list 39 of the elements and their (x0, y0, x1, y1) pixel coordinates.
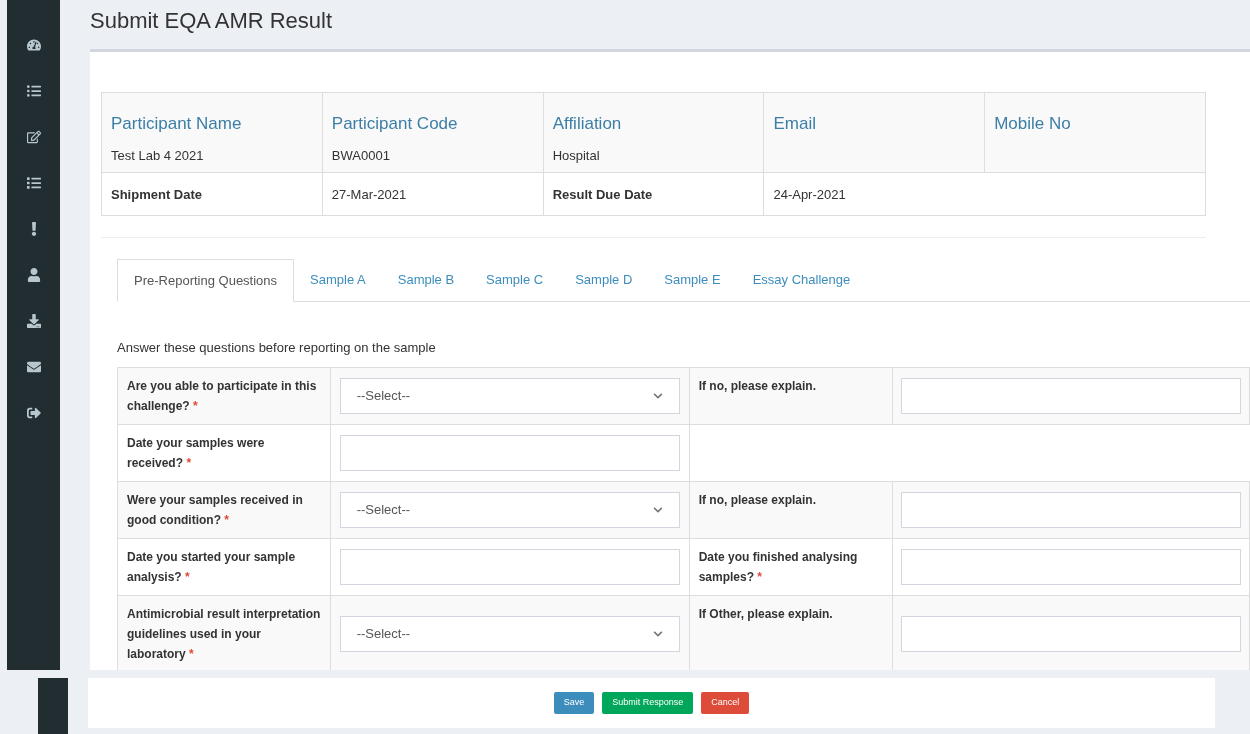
column-heading: Participant Name (111, 113, 243, 135)
tab[interactable]: Sample B (381, 259, 471, 301)
question-label: Date your samples were received? * (127, 434, 266, 472)
tab[interactable]: Sample E (648, 259, 737, 301)
question-label: Date you started your sample analysis? * (127, 548, 297, 586)
date-label: Shipment Date (111, 187, 202, 202)
column-heading: Participant Code (331, 113, 459, 135)
select-field[interactable]: --Select-- (339, 615, 680, 652)
question-label: If no, please explain. (698, 377, 817, 395)
column-heading: Affiliation (552, 113, 623, 135)
date-label: Result Due Date (552, 187, 653, 202)
page-title: Submit EQA AMR Result (90, 7, 334, 35)
tab[interactable]: Sample D (559, 259, 649, 301)
question-label: Date you finished analysing samples? * (698, 548, 859, 586)
select-placeholder: --Select-- (356, 500, 411, 519)
instructions-text: Answer these questions before reporting on the sample (117, 339, 437, 357)
tab[interactable]: Essay Challenge (736, 259, 867, 301)
question-label: If no, please explain. (698, 491, 817, 509)
tab[interactable]: Sample C (470, 259, 560, 301)
tab[interactable]: Sample A (294, 259, 382, 301)
question-label: If Other, please explain. (698, 605, 834, 623)
date-value: 24-Apr-2021 (773, 187, 846, 202)
question-label: Antimicrobial result interpretation guidelines used in your laboratory * (127, 605, 321, 663)
select-placeholder: --Select-- (356, 624, 411, 643)
participant-value: BWA0001 (331, 146, 391, 165)
select-placeholder: --Select-- (356, 386, 411, 405)
participant-value: Hospital (552, 146, 601, 165)
tab[interactable]: Pre-Reporting Questions (117, 259, 295, 302)
question-label: Are you able to participate in this challenge? * (127, 377, 318, 415)
action-button[interactable]: Save (553, 692, 595, 714)
action-button[interactable]: Submit Response (602, 692, 694, 714)
column-heading: Email (773, 113, 817, 135)
participant-value: Test Lab 4 2021 (111, 146, 205, 165)
select-field[interactable]: --Select-- (339, 377, 680, 414)
date-value: 27-Mar-2021 (331, 187, 407, 202)
column-heading: Mobile No (994, 113, 1072, 135)
select-field[interactable]: --Select-- (339, 491, 680, 528)
action-button[interactable]: Cancel (701, 692, 750, 714)
question-label: Were your samples received in good condition? * (127, 491, 304, 529)
